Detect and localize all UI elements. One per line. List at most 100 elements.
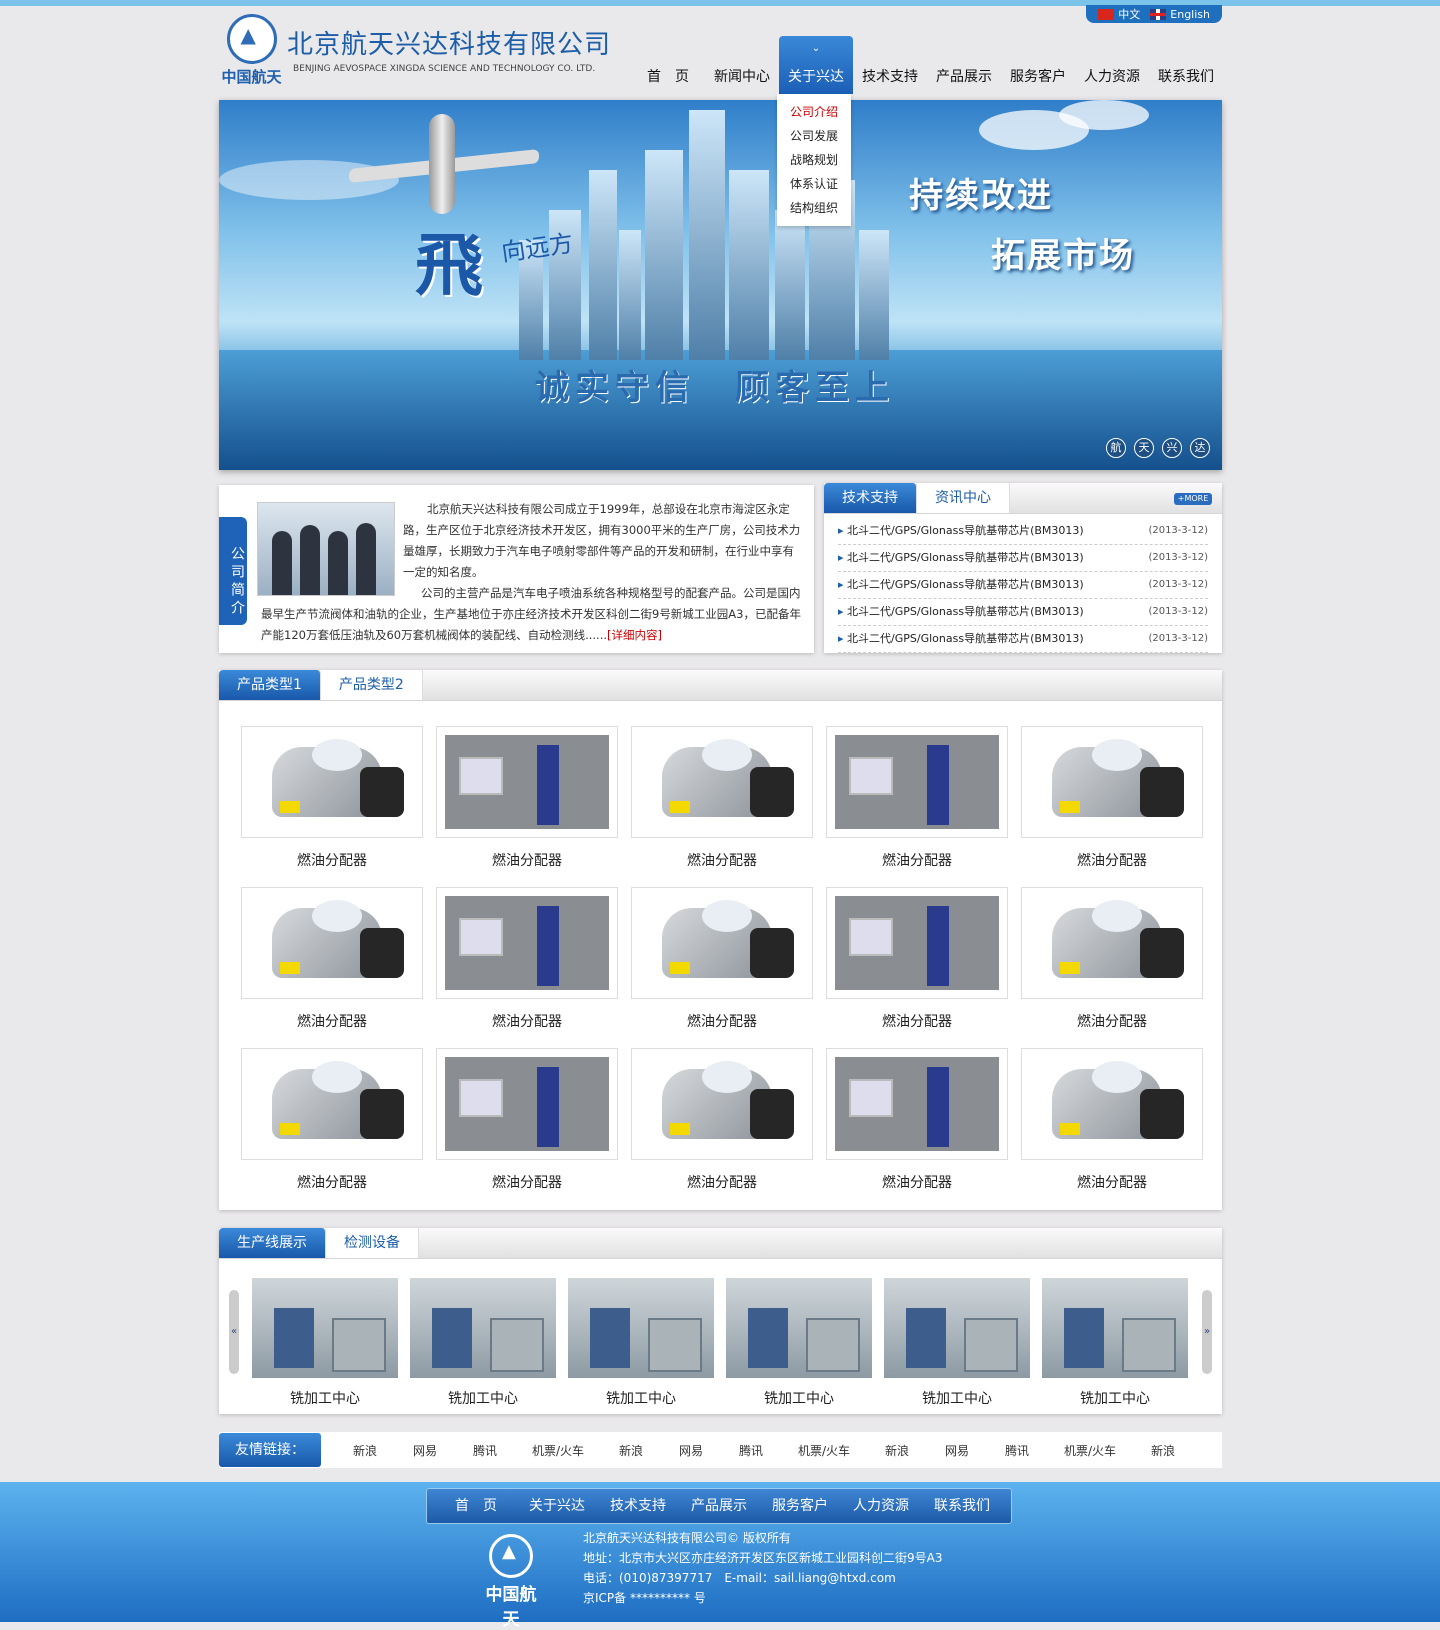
nav-products[interactable]: 产品展示 — [927, 36, 1001, 94]
friend-link[interactable]: 新浪 — [601, 1442, 661, 1459]
product-card[interactable]: 燃油分配器 — [826, 887, 1008, 1048]
production-card[interactable]: 铣加工中心 — [884, 1278, 1030, 1408]
production-card[interactable]: 铣加工中心 — [410, 1278, 556, 1408]
production-card[interactable]: 铣加工中心 — [1042, 1278, 1188, 1408]
lang-en-link[interactable]: English — [1150, 8, 1210, 21]
friend-link[interactable]: 腾讯 — [721, 1442, 781, 1459]
product-card[interactable]: 燃油分配器 — [631, 726, 813, 887]
news-date: (2013-3-12) — [1148, 552, 1208, 563]
uk-flag-icon — [1150, 8, 1167, 20]
scroll-left-arrow-icon[interactable]: « — [229, 1290, 239, 1374]
dropdown-item-certification[interactable]: 体系认证 — [777, 172, 851, 196]
nav-news[interactable]: 新闻中心 — [705, 36, 779, 94]
dropdown-item-structure[interactable]: 结构组织 — [777, 196, 851, 220]
production-image — [1042, 1278, 1188, 1378]
building-shape — [619, 230, 641, 360]
product-card[interactable]: 燃油分配器 — [241, 887, 423, 1048]
news-date: (2013-3-12) — [1148, 606, 1208, 617]
tab-inspection-equipment[interactable]: 检测设备 — [326, 1228, 419, 1258]
banner-dot[interactable]: 达 — [1190, 438, 1210, 458]
news-more-button[interactable]: +MORE — [1174, 493, 1212, 505]
friend-link[interactable]: 机票/火车 — [1047, 1442, 1133, 1459]
production-label: 铣加工中心 — [764, 1391, 834, 1407]
footer-nav-home[interactable]: 首 页 — [436, 1489, 517, 1523]
dropdown-item-intro[interactable]: 公司介绍 — [777, 100, 851, 124]
product-card[interactable]: 燃油分配器 — [1021, 887, 1203, 1048]
banner-dot[interactable]: 航 — [1106, 438, 1126, 458]
news-date: (2013-3-12) — [1148, 579, 1208, 590]
tab-production-line[interactable]: 生产线展示 — [219, 1228, 326, 1258]
nav-label: 关于兴达 — [788, 69, 844, 85]
product-card[interactable]: 燃油分配器 — [631, 887, 813, 1048]
product-card[interactable]: 燃油分配器 — [631, 1048, 813, 1209]
footer-nav-service[interactable]: 服务客户 — [760, 1489, 841, 1523]
tab-info-center[interactable]: 资讯中心 — [917, 483, 1010, 513]
banner-slogan-1: 持续改进 — [909, 176, 1053, 216]
nav-about[interactable]: ⌄ 关于兴达 — [779, 36, 853, 94]
product-image — [631, 887, 813, 999]
friend-link[interactable]: 网易 — [661, 1442, 721, 1459]
nav-hr[interactable]: 人力资源 — [1075, 36, 1149, 94]
tab-tech-support[interactable]: 技术支持 — [824, 483, 917, 513]
footer-info: 北京航天兴达科技有限公司© 版权所有 地址：北京市大兴区亦庄经济开发区东区新城工… — [583, 1528, 942, 1608]
production-card[interactable]: 铣加工中心 — [252, 1278, 398, 1408]
intro-paragraph-2-text: 公司的主营产品是汽车电子喷油系统各种规格型号的配套产品。公司是国内最早生产节流阀… — [261, 586, 801, 642]
nav-home[interactable]: 首 页 — [631, 36, 705, 94]
banner-slogan-2: 拓展市场 — [991, 236, 1135, 276]
news-list: 北斗二代/GPS/Glonass导航基带芯片(BM3013) (2013-3-12… — [824, 514, 1222, 653]
production-card[interactable]: 铣加工中心 — [726, 1278, 872, 1408]
friend-link[interactable]: 新浪 — [867, 1442, 927, 1459]
banner-dot[interactable]: 兴 — [1162, 438, 1182, 458]
news-item[interactable]: 北斗二代/GPS/Glonass导航基带芯片(BM3013) (2013-3-12… — [838, 545, 1208, 572]
product-card[interactable]: 燃油分配器 — [436, 726, 618, 887]
nav-label: 首 页 — [647, 69, 689, 85]
dropdown-item-strategy[interactable]: 战略规划 — [777, 148, 851, 172]
product-card[interactable]: 燃油分配器 — [826, 1048, 1008, 1209]
footer-nav-tech-support[interactable]: 技术支持 — [598, 1489, 679, 1523]
friend-link[interactable]: 新浪 — [1133, 1442, 1193, 1459]
product-label: 燃油分配器 — [492, 1175, 562, 1191]
news-item[interactable]: 北斗二代/GPS/Glonass导航基带芯片(BM3013) (2013-3-12… — [838, 599, 1208, 626]
nav-service[interactable]: 服务客户 — [1001, 36, 1075, 94]
news-item[interactable]: 北斗二代/GPS/Glonass导航基带芯片(BM3013) (2013-3-12… — [838, 626, 1208, 653]
friend-link[interactable]: 腾讯 — [987, 1442, 1047, 1459]
product-card[interactable]: 燃油分配器 — [436, 887, 618, 1048]
footer-nav-about[interactable]: 关于兴达 — [517, 1489, 598, 1523]
product-label: 燃油分配器 — [297, 1175, 367, 1191]
banner-dot[interactable]: 天 — [1134, 438, 1154, 458]
company-intro-box: 公司简介 北京航天兴达科技有限公司成立于1999年，总部设在北京市海淀区永定路，… — [219, 485, 814, 653]
friend-link[interactable]: 新浪 — [335, 1442, 395, 1459]
production-card[interactable]: 铣加工中心 — [568, 1278, 714, 1408]
intro-paragraph-2: 公司的主营产品是汽车电子喷油系统各种规格型号的配套产品。公司是国内最早生产节流阀… — [261, 583, 801, 646]
news-title: 北斗二代/GPS/Glonass导航基带芯片(BM3013) — [838, 518, 1084, 544]
footer-nav-hr[interactable]: 人力资源 — [841, 1489, 922, 1523]
friend-link[interactable]: 腾讯 — [455, 1442, 515, 1459]
friend-link[interactable]: 机票/火车 — [781, 1442, 867, 1459]
product-card[interactable]: 燃油分配器 — [241, 726, 423, 887]
nav-contact[interactable]: 联系我们 — [1149, 36, 1223, 94]
product-card[interactable]: 燃油分配器 — [826, 726, 1008, 887]
product-card[interactable]: 燃油分配器 — [241, 1048, 423, 1209]
lang-cn-link[interactable]: 中文 — [1098, 6, 1140, 22]
tab-product-type-2[interactable]: 产品类型2 — [320, 670, 423, 700]
products-panel: 产品类型1 产品类型2 燃油分配器 燃油分配器 燃油分配器 燃油分配器 燃油分配… — [219, 670, 1222, 1210]
product-card[interactable]: 燃油分配器 — [1021, 1048, 1203, 1209]
dropdown-item-development[interactable]: 公司发展 — [777, 124, 851, 148]
scroll-right-arrow-icon[interactable]: » — [1202, 1290, 1212, 1374]
news-item[interactable]: 北斗二代/GPS/Glonass导航基带芯片(BM3013) (2013-3-12… — [838, 518, 1208, 545]
company-logo[interactable]: 中国航天 — [219, 14, 284, 86]
friend-link[interactable]: 机票/火车 — [515, 1442, 601, 1459]
nav-tech-support[interactable]: 技术支持 — [853, 36, 927, 94]
product-card[interactable]: 燃油分配器 — [436, 1048, 618, 1209]
banner-pager: 航 天 兴 达 — [1106, 438, 1210, 458]
product-image — [241, 726, 423, 838]
news-item[interactable]: 北斗二代/GPS/Glonass导航基带芯片(BM3013) (2013-3-12… — [838, 572, 1208, 599]
footer-nav-contact[interactable]: 联系我们 — [922, 1489, 1003, 1523]
news-title: 北斗二代/GPS/Glonass导航基带芯片(BM3013) — [838, 545, 1084, 571]
intro-more-link[interactable]: [详细内容] — [607, 628, 662, 642]
friend-link[interactable]: 网易 — [927, 1442, 987, 1459]
footer-nav-products[interactable]: 产品展示 — [679, 1489, 760, 1523]
tab-product-type-1[interactable]: 产品类型1 — [219, 670, 321, 700]
product-card[interactable]: 燃油分配器 — [1021, 726, 1203, 887]
friend-link[interactable]: 网易 — [395, 1442, 455, 1459]
